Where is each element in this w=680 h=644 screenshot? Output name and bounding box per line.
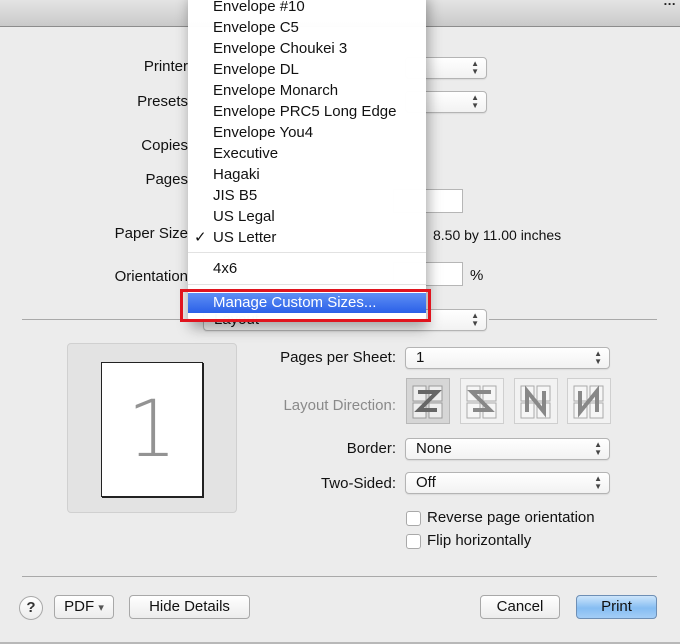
updown-arrows-icon: ▲ ▼ [594, 440, 602, 457]
reverse-page-orientation-label: Reverse page orientation [427, 509, 595, 526]
two-sided-label: Two-Sided: [320, 475, 396, 492]
border-popup[interactable]: None ▲ ▼ [405, 438, 610, 460]
cancel-button[interactable]: Cancel [480, 595, 560, 619]
menu-separator [188, 284, 426, 285]
dropdown-arrow-icon: ▾ [98, 602, 104, 614]
menu-item-envelope-c5[interactable]: Envelope C5 [188, 17, 426, 38]
copies-label: Copies [141, 137, 188, 154]
menu-item-envelope-monarch[interactable]: Envelope Monarch [188, 80, 426, 101]
updown-arrows-icon: ▲ ▼ [594, 474, 602, 491]
two-sided-value: Off [416, 474, 436, 491]
menu-item-us-legal[interactable]: US Legal [188, 206, 426, 227]
orientation-label: Orientation [114, 268, 188, 285]
menu-item-us-letter-label: US Letter [213, 229, 277, 246]
layout-direction-n[interactable] [567, 378, 611, 424]
layout-direction-label: Layout Direction: [283, 397, 396, 414]
layout-direction-reverse-z[interactable] [460, 378, 504, 424]
paper-size-menu: Envelope #10 Envelope C5 Envelope Chouke… [188, 0, 426, 322]
footer-divider [22, 576, 657, 577]
preview-page-number: 1 [127, 385, 177, 475]
reverse-z-order-icon [466, 385, 497, 419]
pages-per-sheet-popup[interactable]: 1 ▲ ▼ [405, 347, 610, 369]
section-divider-left [22, 319, 202, 320]
menu-item-hagaki[interactable]: Hagaki [188, 164, 426, 185]
layout-direction-z[interactable] [406, 378, 450, 424]
checkmark-icon: ✓ [194, 229, 207, 246]
flip-horizontally-label: Flip horizontally [427, 532, 532, 549]
n-order-reverse-icon [520, 385, 551, 419]
menu-item-4x6[interactable]: 4x6 [188, 258, 426, 279]
border-value: None [416, 440, 452, 457]
preview-page: 1 [101, 362, 203, 497]
menu-separator [188, 252, 426, 253]
pdf-menu-button[interactable]: PDF ▾ [54, 595, 114, 619]
menu-item-envelope-10[interactable]: Envelope #10 [188, 0, 426, 17]
updown-arrows-icon: ▲ ▼ [471, 311, 479, 328]
hide-details-button[interactable]: Hide Details [129, 595, 250, 619]
layout-direction-n-reverse[interactable] [514, 378, 558, 424]
menu-item-executive[interactable]: Executive [188, 143, 426, 164]
updown-arrows-icon: ▲ ▼ [594, 349, 602, 366]
z-order-icon [412, 385, 443, 419]
updown-arrows-icon: ▲ ▼ [471, 93, 479, 110]
menu-item-us-letter[interactable]: ✓ US Letter [188, 227, 426, 248]
menu-item-jis-b5[interactable]: JIS B5 [188, 185, 426, 206]
menu-item-envelope-choukei-3[interactable]: Envelope Choukei 3 [188, 38, 426, 59]
border-label: Border: [346, 440, 396, 457]
print-button[interactable]: Print [576, 595, 657, 619]
n-order-icon [573, 385, 604, 419]
menu-item-manage-custom-sizes[interactable]: Manage Custom Sizes... [188, 293, 426, 313]
help-button[interactable]: ? [19, 596, 43, 620]
updown-arrows-icon: ▲ ▼ [471, 59, 479, 76]
paper-size-label: Paper Size [114, 225, 188, 242]
pages-label: Pages [145, 171, 188, 188]
window-title-fragment: ... [663, 0, 676, 8]
menu-item-envelope-prc5[interactable]: Envelope PRC5 Long Edge [188, 101, 426, 122]
section-divider-right [489, 319, 657, 320]
flip-horizontally-checkbox[interactable] [406, 534, 421, 549]
paper-dimensions: 8.50 by 11.00 inches [433, 227, 562, 243]
menu-item-envelope-you4[interactable]: Envelope You4 [188, 122, 426, 143]
menu-item-envelope-dl[interactable]: Envelope DL [188, 59, 426, 80]
page-preview: 1 [67, 343, 237, 513]
pages-per-sheet-value: 1 [416, 349, 425, 366]
pages-per-sheet-label: Pages per Sheet: [280, 349, 396, 366]
presets-label: Presets [137, 93, 188, 110]
two-sided-popup[interactable]: Off ▲ ▼ [405, 472, 610, 494]
scale-unit: % [470, 267, 484, 284]
pdf-label: PDF [64, 598, 95, 615]
reverse-page-orientation-checkbox[interactable] [406, 511, 421, 526]
printer-label: Printer [143, 58, 188, 75]
